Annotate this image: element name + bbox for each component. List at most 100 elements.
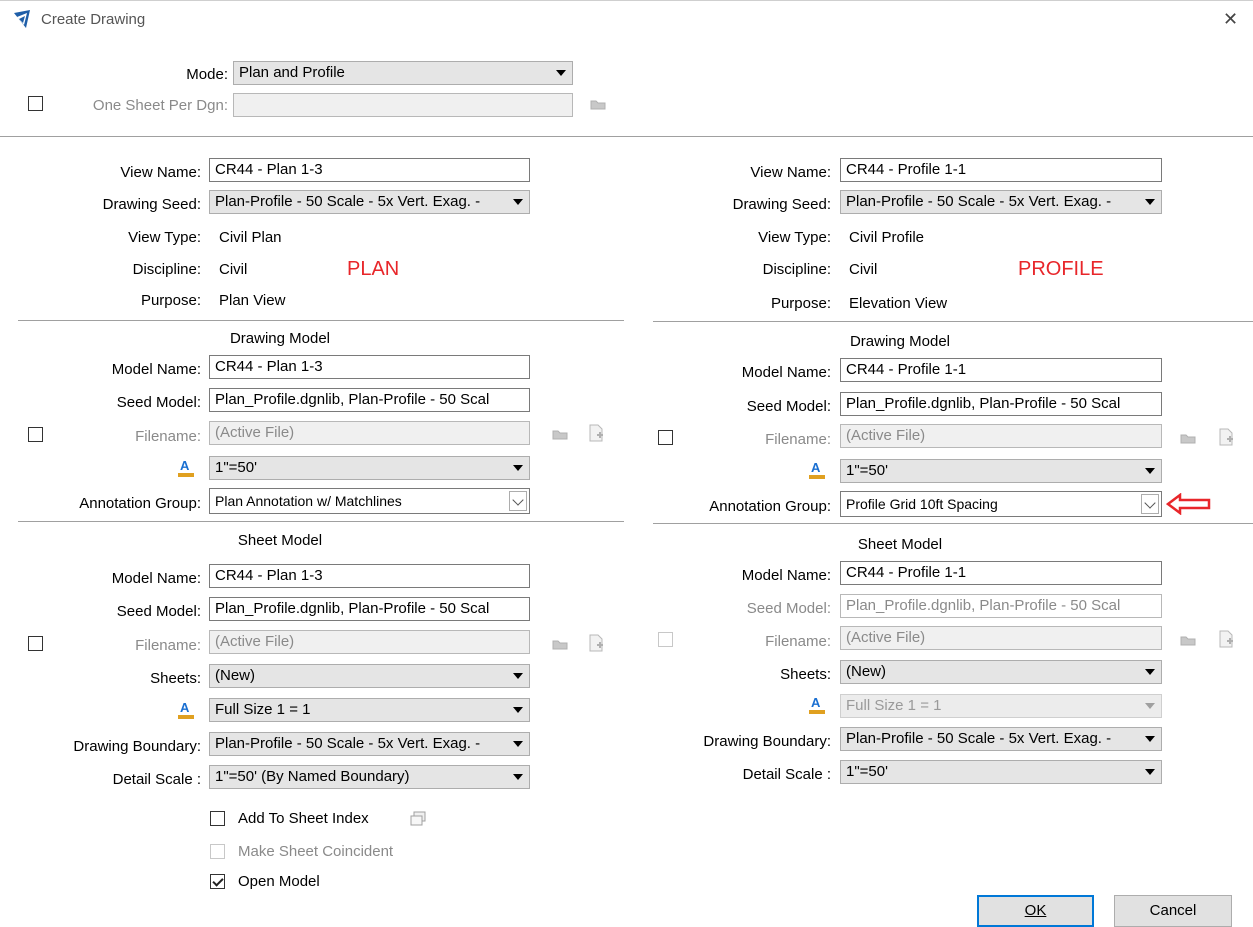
plan-sm-sheets-value: (New) [215, 667, 255, 684]
ok-button[interactable]: OK [977, 895, 1094, 927]
profile-marker: PROFILE [1018, 258, 1104, 280]
chevron-down-icon[interactable] [509, 491, 527, 511]
profile-discipline-value: Civil [849, 261, 878, 278]
plan-drawing-seed-select[interactable]: Plan-Profile - 50 Scale - 5x Vert. Exag.… [209, 190, 530, 214]
sheet-index-icon[interactable] [409, 811, 427, 827]
plan-sm-detail-scale-value: 1"=50' (By Named Boundary) [215, 768, 410, 785]
folder-icon[interactable] [1180, 432, 1196, 444]
plan-dm-annotation-scale-select[interactable]: 1"=50' [209, 456, 530, 480]
profile-sm-seed-model-field[interactable]: Plan_Profile.dgnlib, Plan-Profile - 50 S… [840, 594, 1162, 618]
plan-sm-sheets-select[interactable]: (New) [209, 664, 530, 688]
profile-dm-annotation-group-label: Annotation Group: [709, 498, 831, 515]
plan-divider-2 [18, 521, 624, 522]
folder-icon[interactable] [1180, 634, 1196, 646]
folder-icon[interactable] [552, 428, 568, 440]
profile-sm-detail-scale-select[interactable]: 1"=50' [840, 760, 1162, 784]
profile-discipline-label: Discipline: [762, 261, 831, 278]
one-sheet-per-dgn-checkbox[interactable] [28, 96, 43, 111]
plan-dm-seed-model-field[interactable]: Plan_Profile.dgnlib, Plan-Profile - 50 S… [209, 388, 530, 412]
profile-dm-model-name-field[interactable]: CR44 - Profile 1-1 [840, 358, 1162, 382]
one-sheet-per-dgn-label: One Sheet Per Dgn: [92, 97, 228, 114]
add-to-sheet-index-label[interactable]: Add To Sheet Index [238, 810, 369, 827]
new-file-icon[interactable] [1218, 428, 1234, 446]
profile-sm-model-name-label: Model Name: [741, 567, 831, 584]
profile-sheet-model-title: Sheet Model [857, 536, 943, 553]
plan-sm-detail-scale-select[interactable]: 1"=50' (By Named Boundary) [209, 765, 530, 789]
chevron-down-icon [513, 673, 523, 679]
profile-purpose-value: Elevation View [849, 295, 948, 312]
folder-icon[interactable] [552, 638, 568, 650]
profile-sm-drawing-boundary-select[interactable]: Plan-Profile - 50 Scale - 5x Vert. Exag.… [840, 727, 1162, 751]
plan-drawing-seed-value: Plan-Profile - 50 Scale - 5x Vert. Exag.… [215, 193, 481, 210]
plan-sm-filename-field[interactable]: (Active File) [209, 630, 530, 654]
plan-view-name-field[interactable]: CR44 - Plan 1-3 [209, 158, 530, 182]
plan-divider-1 [18, 320, 624, 321]
profile-sm-sheets-select[interactable]: (New) [840, 660, 1162, 684]
one-sheet-per-dgn-field[interactable] [233, 93, 573, 117]
make-sheet-coincident-checkbox[interactable] [210, 844, 225, 859]
annotation-scale-icon[interactable]: A [177, 458, 195, 478]
profile-view-name-label: View Name: [750, 164, 831, 181]
annotation-scale-icon[interactable]: A [177, 700, 195, 720]
profile-sm-filename-checkbox[interactable] [658, 632, 673, 647]
plan-sm-drawing-boundary-select[interactable]: Plan-Profile - 50 Scale - 5x Vert. Exag.… [209, 732, 530, 756]
add-to-sheet-index-checkbox[interactable] [210, 811, 225, 826]
make-sheet-coincident-label[interactable]: Make Sheet Coincident [238, 843, 393, 860]
open-model-checkbox[interactable] [210, 874, 225, 889]
annotation-scale-icon[interactable]: A [808, 695, 826, 715]
top-divider [0, 136, 1253, 137]
profile-sm-detail-scale-label: Detail Scale : [742, 766, 831, 783]
new-file-icon[interactable] [588, 634, 604, 652]
plan-purpose-value: Plan View [219, 292, 286, 309]
plan-sm-seed-model-field[interactable]: Plan_Profile.dgnlib, Plan-Profile - 50 S… [209, 597, 530, 621]
profile-sm-drawing-boundary-label: Drawing Boundary: [703, 733, 831, 750]
profile-dm-filename-checkbox[interactable] [658, 430, 673, 445]
profile-sm-model-name-field[interactable]: CR44 - Profile 1-1 [840, 561, 1162, 585]
plan-sm-model-name-field[interactable]: CR44 - Plan 1-3 [209, 564, 530, 588]
open-model-label[interactable]: Open Model [238, 873, 320, 890]
svg-text:A: A [180, 700, 190, 715]
profile-dm-annotation-scale-select[interactable]: 1"=50' [840, 459, 1162, 483]
profile-dm-filename-field[interactable]: (Active File) [840, 424, 1162, 448]
plan-dm-model-name-field[interactable]: CR44 - Plan 1-3 [209, 355, 530, 379]
plan-dm-model-name-label: Model Name: [111, 361, 201, 378]
plan-dm-filename-checkbox[interactable] [28, 427, 43, 442]
plan-marker: PLAN [347, 258, 400, 280]
plan-sm-drawing-boundary-value: Plan-Profile - 50 Scale - 5x Vert. Exag.… [215, 735, 481, 752]
svg-text:A: A [811, 695, 821, 710]
app-logo-icon [14, 10, 30, 28]
plan-sm-detail-scale-label: Detail Scale : [112, 771, 201, 788]
plan-drawing-seed-label: Drawing Seed: [102, 196, 201, 213]
profile-dm-annotation-group-select[interactable]: Profile Grid 10ft Spacing [840, 491, 1162, 517]
profile-purpose-label: Purpose: [770, 295, 831, 312]
plan-dm-filename-field[interactable]: (Active File) [209, 421, 530, 445]
mode-select[interactable]: Plan and Profile [233, 61, 573, 85]
profile-sm-filename-field[interactable]: (Active File) [840, 626, 1162, 650]
profile-drawing-seed-select[interactable]: Plan-Profile - 50 Scale - 5x Vert. Exag.… [840, 190, 1162, 214]
folder-icon[interactable] [590, 98, 606, 110]
plan-sm-annotation-scale-select[interactable]: Full Size 1 = 1 [209, 698, 530, 722]
close-icon[interactable]: ✕ [1223, 9, 1238, 30]
plan-sm-sheets-label: Sheets: [150, 670, 201, 687]
plan-view-name-label: View Name: [120, 164, 201, 181]
profile-view-type-label: View Type: [758, 229, 831, 246]
cancel-button[interactable]: Cancel [1114, 895, 1232, 927]
plan-sm-seed-model-label: Seed Model: [116, 603, 201, 620]
profile-dm-model-name-label: Model Name: [741, 364, 831, 381]
window-title: Create Drawing [41, 11, 146, 28]
new-file-icon[interactable] [1218, 630, 1234, 648]
profile-sm-annotation-scale-select[interactable]: Full Size 1 = 1 [840, 694, 1162, 718]
profile-view-name-field[interactable]: CR44 - Profile 1-1 [840, 158, 1162, 182]
plan-discipline-value: Civil [219, 261, 248, 278]
plan-discipline-label: Discipline: [132, 261, 201, 278]
profile-dm-seed-model-field[interactable]: Plan_Profile.dgnlib, Plan-Profile - 50 S… [840, 392, 1162, 416]
plan-sm-filename-checkbox[interactable] [28, 636, 43, 651]
plan-dm-filename-label: Filename: [135, 428, 201, 445]
red-arrow-icon [1166, 493, 1211, 515]
plan-dm-annotation-group-select[interactable]: Plan Annotation w/ Matchlines [209, 488, 530, 514]
chevron-down-icon[interactable] [1141, 494, 1159, 514]
plan-view-type-value: Civil Plan [219, 229, 282, 246]
annotation-scale-icon[interactable]: A [808, 460, 826, 480]
profile-drawing-model-title: Drawing Model [849, 333, 951, 350]
new-file-icon[interactable] [588, 424, 604, 442]
